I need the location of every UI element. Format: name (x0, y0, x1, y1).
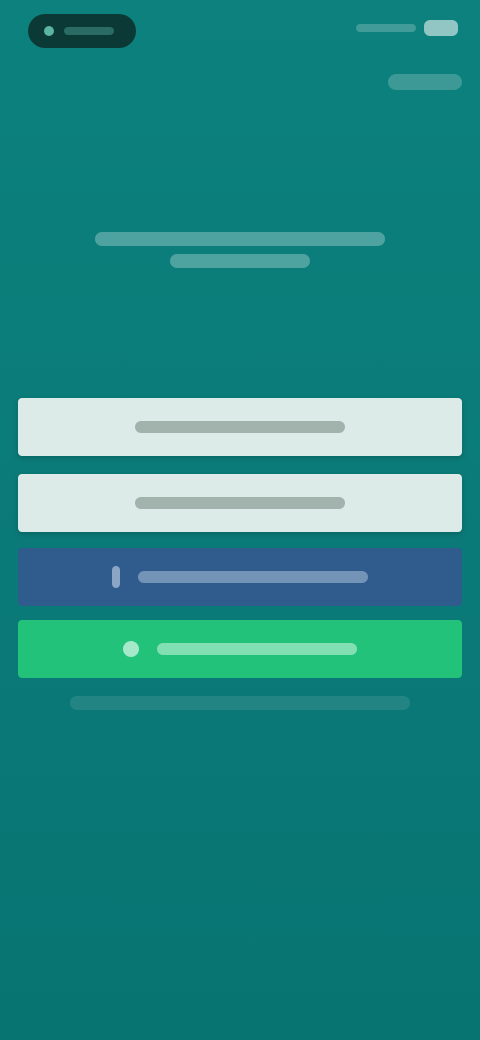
tagline (80, 224, 400, 276)
status-dot-icon (44, 26, 54, 36)
facebook-signin-label (138, 571, 368, 583)
facebook-icon (112, 566, 120, 588)
status-bar (0, 0, 480, 64)
whatsapp-signin-button[interactable] (18, 620, 462, 678)
battery-icon (424, 20, 458, 36)
phone-signin-button[interactable] (18, 474, 462, 532)
status-time-placeholder (64, 27, 114, 35)
whatsapp-icon (123, 641, 139, 657)
login-screen (0, 0, 480, 1040)
terms-text (70, 696, 410, 710)
facebook-signin-button[interactable] (18, 548, 462, 606)
tagline-line-2 (170, 254, 310, 268)
signal-icon (356, 24, 416, 32)
phone-signin-label (135, 497, 345, 509)
email-signin-button[interactable] (18, 398, 462, 456)
email-signin-label (135, 421, 345, 433)
status-icons (356, 20, 458, 36)
status-pill (28, 14, 136, 48)
skip-link[interactable] (388, 74, 462, 90)
tagline-line-1 (95, 232, 385, 246)
whatsapp-signin-label (157, 643, 357, 655)
